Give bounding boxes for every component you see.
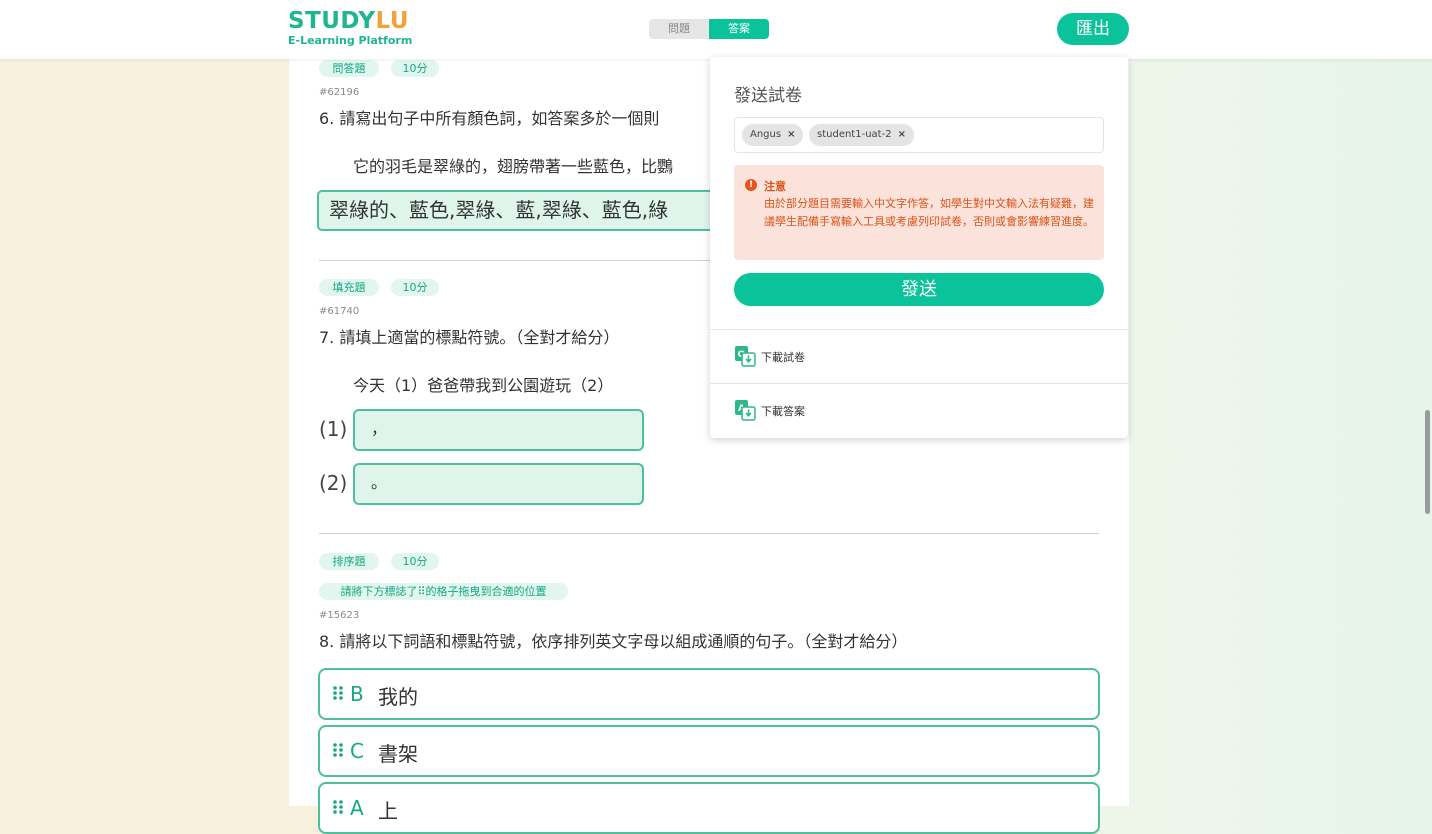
question-type-tag: 問答題 bbox=[319, 60, 379, 77]
popup-title: 發送試卷 bbox=[734, 86, 802, 106]
question-type-tag: 排序題 bbox=[319, 553, 379, 570]
recipient-name: student1-uat-2 bbox=[817, 129, 892, 140]
question-id: #15623 bbox=[319, 610, 360, 621]
warning-icon: ! bbox=[745, 179, 757, 191]
divider bbox=[319, 533, 1099, 534]
logo-study: STUDY bbox=[288, 8, 376, 34]
download-paper-label: 下載試卷 bbox=[761, 351, 805, 364]
download-answer-icon: A bbox=[735, 400, 756, 421]
divider bbox=[710, 329, 1128, 330]
item-word: 書架 bbox=[378, 742, 418, 766]
remove-recipient-icon[interactable]: × bbox=[898, 129, 906, 140]
item-word: 上 bbox=[378, 799, 398, 823]
sortable-item[interactable]: B 我的 bbox=[318, 668, 1100, 720]
score-tag: 10分 bbox=[391, 60, 439, 77]
view-toggle: 問題 答案 bbox=[649, 19, 769, 39]
question-id: #61740 bbox=[319, 306, 360, 317]
sortable-item[interactable]: C 書架 bbox=[318, 725, 1100, 777]
download-answer-label: 下載答案 bbox=[761, 405, 805, 418]
blank-label: (1) bbox=[319, 417, 348, 441]
blank-label: (2) bbox=[319, 471, 348, 495]
logo-subtitle: E-Learning Platform bbox=[288, 34, 413, 47]
drag-handle-icon[interactable] bbox=[332, 799, 344, 815]
recipient-name: Angus bbox=[750, 129, 782, 140]
drag-handle-icon[interactable] bbox=[332, 742, 344, 758]
question-text: 6. 請寫出句子中所有顏色詞，如答案多於一個則 bbox=[319, 109, 660, 128]
blank-input-2[interactable]: 。 bbox=[353, 463, 644, 505]
download-answer-button[interactable]: A 下載答案 bbox=[734, 399, 854, 423]
recipient-chip: student1-uat-2 × bbox=[809, 124, 914, 146]
question-id: #62196 bbox=[319, 87, 360, 98]
item-word: 我的 bbox=[378, 685, 418, 709]
warning-notice: ! 注意 由於部分題目需要輸入中文字作答，如學生對中文輸入法有疑難，建議學生配備… bbox=[734, 165, 1104, 260]
item-letter: C bbox=[350, 739, 364, 763]
logo-lu: LU bbox=[375, 8, 410, 34]
warning-body: 由於部分題目需要輸入中文字作答，如學生對中文輸入法有疑難，建議學生配備手寫輸入工… bbox=[764, 197, 1094, 228]
download-question-paper-icon: Q bbox=[735, 346, 756, 367]
score-tag: 10分 bbox=[391, 553, 439, 570]
export-button[interactable]: 匯出 bbox=[1057, 13, 1129, 45]
download-paper-button[interactable]: Q 下載試卷 bbox=[734, 345, 854, 369]
item-letter: B bbox=[350, 682, 364, 706]
question-type-tag: 填充題 bbox=[319, 279, 379, 296]
export-popup: 發送試卷 Angus × student1-uat-2 × ! 注意 由於部分題目需… bbox=[710, 57, 1128, 438]
answer-field[interactable]: 翠綠的、藍色,翠綠、藍,翠綠、藍色,綠 bbox=[317, 190, 717, 231]
question-passage: 今天（1）爸爸帶我到公園遊玩（2） bbox=[353, 376, 614, 395]
toggle-question[interactable]: 問題 bbox=[649, 19, 709, 39]
question-text: 7. 請填上適當的標點符號。（全對才給分） bbox=[319, 328, 620, 347]
recipient-field[interactable]: Angus × student1-uat-2 × bbox=[734, 117, 1104, 153]
drag-handle-icon[interactable] bbox=[332, 685, 344, 701]
drag-hint-tag: 請將下方標誌了⠿的格子拖曳到合適的位置 bbox=[319, 583, 568, 600]
toggle-answer[interactable]: 答案 bbox=[709, 19, 769, 39]
scrollbar[interactable] bbox=[1425, 410, 1430, 514]
sortable-item[interactable]: A 上 bbox=[318, 782, 1100, 834]
divider bbox=[710, 383, 1128, 384]
question-text: 8. 請將以下詞語和標點符號，依序排列英文字母以組成通順的句子。（全對才給分） bbox=[319, 632, 908, 651]
logo-wordmark: STUDYLU bbox=[288, 8, 412, 34]
blank-input-1[interactable]: ， bbox=[353, 409, 644, 451]
recipient-chip: Angus × bbox=[742, 124, 804, 146]
remove-recipient-icon[interactable]: × bbox=[787, 129, 795, 140]
question-passage: 它的羽毛是翠綠的，翅膀帶著一些藍色，比鸚 bbox=[353, 157, 674, 176]
item-letter: A bbox=[350, 796, 364, 820]
warning-title: 注意 bbox=[764, 180, 786, 193]
top-bar: STUDYLU E-Learning Platform 問題 答案 匯出 bbox=[0, 0, 1432, 59]
send-button[interactable]: 發送 bbox=[734, 273, 1104, 306]
score-tag: 10分 bbox=[391, 279, 439, 296]
logo[interactable]: STUDYLU E-Learning Platform bbox=[288, 8, 412, 47]
